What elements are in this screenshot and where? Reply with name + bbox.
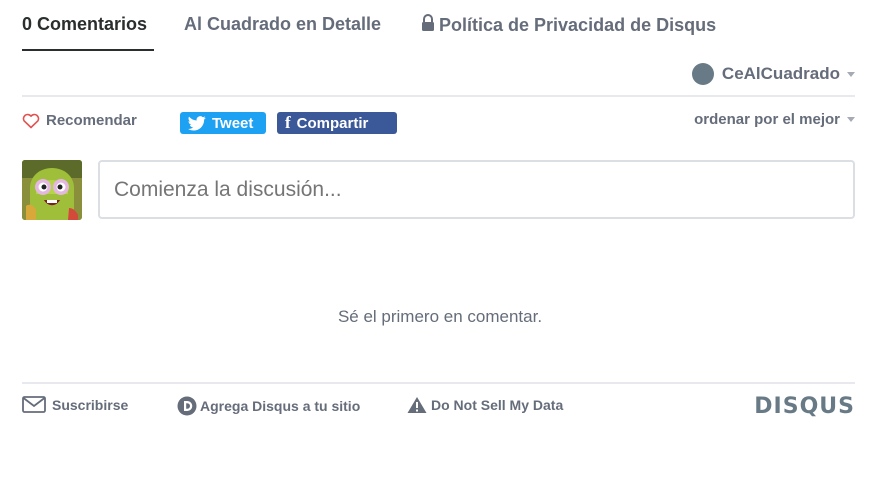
comment-input[interactable] bbox=[98, 160, 855, 219]
disqus-logo[interactable]: DISQUS bbox=[754, 394, 855, 419]
tab-community[interactable]: Al Cuadrado en Detalle bbox=[184, 14, 381, 35]
avatar[interactable] bbox=[22, 160, 82, 220]
footer-divider bbox=[22, 382, 855, 384]
add-disqus-link[interactable]: Agrega Disqus a tu sitio bbox=[177, 396, 360, 416]
warning-icon bbox=[407, 397, 427, 413]
discussion-nav: 0 Comentarios Al Cuadrado en Detalle Pol… bbox=[22, 0, 855, 52]
active-tab-indicator bbox=[22, 49, 154, 51]
do-not-sell-link[interactable]: Do Not Sell My Data bbox=[407, 396, 563, 414]
recommend-button[interactable]: Recomendar bbox=[22, 112, 137, 129]
tweet-button[interactable]: Tweet bbox=[180, 112, 266, 134]
privacy-policy-label: Política de Privacidad de Disqus bbox=[439, 15, 717, 35]
share-label: Compartir bbox=[296, 114, 369, 132]
header-divider bbox=[22, 95, 855, 97]
envelope-icon bbox=[22, 396, 46, 413]
sort-dropdown[interactable]: ordenar por el mejor bbox=[694, 111, 855, 128]
footer: Suscribirse Agrega Disqus a tu sitio Do … bbox=[22, 394, 855, 420]
tweet-label: Tweet bbox=[212, 114, 254, 132]
facebook-share-button[interactable]: f Compartir bbox=[277, 112, 397, 134]
empty-state-message: Sé el primero en comentar. bbox=[337, 307, 543, 326]
heart-icon bbox=[22, 113, 40, 128]
disqus-d-icon bbox=[177, 396, 197, 416]
subscribe-label: Suscribirse bbox=[52, 396, 129, 413]
lock-icon bbox=[421, 14, 435, 37]
sort-label: ordenar por el mejor bbox=[694, 111, 840, 128]
do-not-sell-label: Do Not Sell My Data bbox=[431, 397, 564, 413]
tab-privacy-policy[interactable]: Política de Privacidad de Disqus bbox=[421, 14, 716, 37]
add-disqus-label: Agrega Disqus a tu sitio bbox=[200, 398, 361, 414]
user-name: CeAlCuadrado bbox=[721, 64, 840, 83]
recommend-label: Recomendar bbox=[46, 112, 137, 129]
tab-comments[interactable]: 0 Comentarios bbox=[22, 14, 147, 35]
facebook-icon: f bbox=[285, 113, 291, 132]
chevron-down-icon bbox=[847, 117, 855, 122]
subscribe-link[interactable]: Suscribirse bbox=[22, 396, 128, 413]
chevron-down-icon bbox=[847, 71, 855, 77]
action-bar: Recomendar Tweet f Compartir ordenar por… bbox=[22, 110, 855, 136]
user-menu[interactable]: CeAlCuadrado bbox=[691, 62, 855, 86]
twitter-bird-icon bbox=[188, 115, 206, 131]
user-avatar-icon bbox=[691, 63, 714, 85]
